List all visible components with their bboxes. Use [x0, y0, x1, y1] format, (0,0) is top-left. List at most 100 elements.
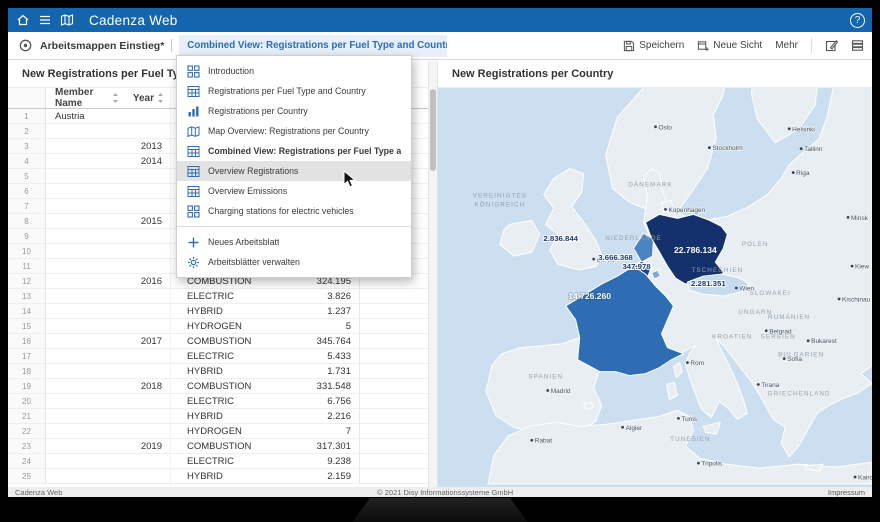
table-row[interactable]: 24ELECTRIC9.238	[8, 454, 428, 469]
menu-item-charging-stations-for-electric-vehicles[interactable]: Charging stations for electric vehicles	[177, 201, 411, 221]
new-view-button[interactable]: Neue Sicht	[697, 40, 762, 52]
header-row-number	[8, 88, 46, 108]
footer-copyright: © 2021 Disy Informationssysteme GmbH	[62, 488, 828, 497]
map-value-label: 2.281.351	[691, 279, 726, 288]
map-city-label: Belgrad	[769, 328, 792, 335]
cell-member	[46, 349, 118, 363]
map-city-label: Kischinau	[842, 296, 870, 303]
map-city-label: Minsk	[851, 215, 869, 222]
vertical-scrollbar[interactable]	[429, 61, 438, 487]
home-icon[interactable]	[15, 12, 31, 28]
table-row[interactable]: 17ELECTRIC5.433	[8, 349, 428, 364]
europe-map-svg[interactable]: VEREINIGTESKÖNIGREICHDÄNEMARKNIEDERLANDE…	[438, 88, 872, 487]
cell-member	[46, 169, 118, 183]
cell-year	[118, 124, 170, 138]
table-row[interactable]: 232019COMBUSTION317.301	[8, 439, 428, 454]
map-city-label: Oslo	[658, 124, 672, 131]
cell-value: 2.216	[266, 409, 360, 423]
table-icon	[187, 85, 200, 98]
cell-year	[118, 109, 170, 123]
menu-item-label: Charging stations for electric vehicles	[208, 206, 354, 216]
save-button[interactable]: Speichern	[623, 40, 684, 52]
table-row[interactable]: 21HYBRID2.216	[8, 409, 428, 424]
menu-item-introduction[interactable]: Introduction	[177, 61, 411, 81]
city-dot	[708, 146, 711, 149]
table-row[interactable]: 20ELECTRIC6.756	[8, 394, 428, 409]
save-button-label: Speichern	[639, 40, 684, 51]
workbook-map-icon[interactable]	[59, 12, 75, 28]
footer-impressum-link[interactable]: Impressum	[828, 488, 865, 497]
cell-fuel-type: HYBRID	[170, 469, 266, 483]
header-member-name[interactable]: Member Name	[46, 88, 118, 108]
map-value-label: 3.666.368	[598, 253, 633, 262]
map-value-label: 347.978	[622, 262, 651, 271]
footer-app-name: Cadenza Web	[15, 488, 62, 497]
city-dot	[783, 357, 786, 360]
cell-fuel-type: HYDROGEN	[170, 424, 266, 438]
table-row[interactable]: 25HYBRID2.159	[8, 469, 428, 484]
data-layers-button[interactable]	[851, 39, 864, 52]
cell-member	[46, 454, 118, 468]
cell-value: 9.238	[266, 454, 360, 468]
table-row[interactable]: 15HYDROGEN5	[8, 319, 428, 334]
view-selector-dropdown[interactable]: Combined View: Registrations per Fuel Ty…	[179, 35, 447, 57]
row-number: 25	[8, 469, 46, 483]
help-button[interactable]: ?	[850, 13, 865, 28]
city-dot	[677, 417, 680, 420]
cell-year: 2018	[118, 379, 170, 393]
menu-item-overview-emissions[interactable]: Overview Emissions	[177, 181, 411, 201]
cell-member	[46, 334, 118, 348]
map-country-label: GRIECHENLAND	[768, 390, 831, 397]
cell-member	[46, 124, 118, 138]
map-city-label: Tirana	[761, 382, 780, 389]
menu-item-label: Combined View: Registrations per Fuel Ty…	[208, 146, 401, 156]
cell-value: 1.731	[266, 364, 360, 378]
city-dot	[807, 339, 810, 342]
more-button[interactable]: Mehr	[775, 40, 798, 51]
table-row[interactable]: 14HYBRID1.237	[8, 304, 428, 319]
more-button-label: Mehr	[775, 40, 798, 51]
row-number: 16	[8, 334, 46, 348]
cell-year	[118, 319, 170, 333]
map-city-label: Tunis	[681, 416, 697, 423]
table-icon	[187, 185, 200, 198]
table-row[interactable]: 18HYBRID1.731	[8, 364, 428, 379]
cell-year	[118, 289, 170, 303]
menu-item-registrations-per-fuel-type-and-country[interactable]: Registrations per Fuel Type and Country	[177, 81, 411, 101]
table-row[interactable]: 13ELECTRIC3.826	[8, 289, 428, 304]
row-number: 7	[8, 199, 46, 213]
workbook-title: Arbeitsmappen Einstieg*	[40, 40, 164, 52]
row-number: 10	[8, 244, 46, 258]
table-row[interactable]: 162017COMBUSTION345.764	[8, 334, 428, 349]
menu-item-overview-registrations[interactable]: Overview Registrations	[177, 161, 411, 181]
table-row[interactable]: 192018COMBUSTION331.548	[8, 379, 428, 394]
scrollbar-thumb[interactable]	[430, 89, 436, 171]
map-city-label: Algier	[626, 425, 643, 432]
menu-item-neues-arbeitsblatt[interactable]: Neues Arbeitsblatt	[177, 232, 411, 252]
edit-workbook-button[interactable]	[825, 39, 838, 52]
cell-value: 345.764	[266, 334, 360, 348]
menu-item-arbeitsbl-tter-verwalten[interactable]: Arbeitsblätter verwalten	[177, 252, 411, 272]
table-row[interactable]: 22HYDROGEN7	[8, 424, 428, 439]
menu-item-registrations-per-country[interactable]: Registrations per Country	[177, 101, 411, 121]
sort-icon[interactable]	[157, 93, 164, 103]
navigator-target-icon[interactable]	[16, 37, 34, 55]
cell-year	[118, 364, 170, 378]
header-year[interactable]: Year	[118, 88, 170, 108]
menu-hamburger-icon[interactable]	[37, 12, 53, 28]
cell-year: 2014	[118, 154, 170, 168]
map-city-label: Kopenhagen	[668, 207, 705, 214]
map-city-label: Rabat	[535, 438, 552, 445]
cell-value: 3.826	[266, 289, 360, 303]
cell-fuel-type: HYDROGEN	[170, 319, 266, 333]
map-container[interactable]: VEREINIGTESKÖNIGREICHDÄNEMARKNIEDERLANDE…	[438, 87, 872, 487]
menu-item-combined-view-registrations-per-fuel-typ[interactable]: Combined View: Registrations per Fuel Ty…	[177, 141, 411, 161]
map-panel: New Registrations per Country	[438, 61, 872, 487]
map-city-label: Sofia	[787, 356, 802, 363]
menu-item-map-overview-registrations-per-country[interactable]: Map Overview: Registrations per Country	[177, 121, 411, 141]
row-number: 9	[8, 229, 46, 243]
view-menu-items: IntroductionRegistrations per Fuel Type …	[177, 61, 411, 221]
cell-year	[118, 259, 170, 273]
row-number: 5	[8, 169, 46, 183]
chart-icon	[187, 105, 200, 118]
